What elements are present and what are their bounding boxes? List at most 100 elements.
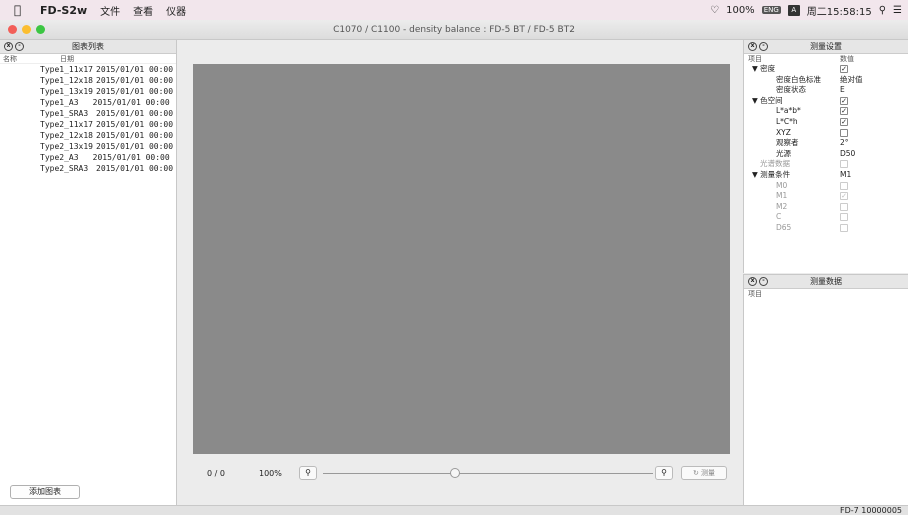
wifi-icon[interactable]: ♡ bbox=[710, 5, 719, 16]
notification-center-icon[interactable]: ☰ bbox=[893, 5, 902, 16]
chart-list-item[interactable]: Type2_13x19 2015/01/01 00:00 bbox=[0, 141, 176, 152]
settings-value[interactable]: 绝对值 bbox=[840, 75, 863, 84]
settings-checkbox[interactable] bbox=[840, 213, 848, 222]
settings-checkbox[interactable]: ✓ bbox=[840, 107, 848, 116]
panel-collapse-icon[interactable]: - bbox=[15, 42, 24, 51]
menu-file[interactable]: 文件 bbox=[100, 3, 120, 18]
settings-checkbox[interactable] bbox=[840, 160, 848, 169]
settings-checkbox[interactable]: ✓ bbox=[840, 192, 848, 201]
add-chart-button[interactable]: 添加图表 bbox=[10, 485, 80, 499]
settings-row[interactable]: M0 bbox=[744, 181, 908, 192]
status-bar: FD-7 10000005 bbox=[0, 505, 908, 515]
settings-row[interactable]: C bbox=[744, 212, 908, 223]
chart-list-item[interactable]: Type1_11x17 2015/01/01 00:00 bbox=[0, 64, 176, 75]
settings-row[interactable]: D65 bbox=[744, 223, 908, 234]
measurement-data-header: x - 测量数据 bbox=[744, 275, 908, 289]
menu-view[interactable]: 查看 bbox=[133, 3, 153, 18]
chart-list-column-header: 名称 日期 bbox=[0, 54, 176, 64]
column-value: 数值 bbox=[840, 55, 854, 63]
chart-list-item[interactable]: Type1_SRA3 2015/01/01 00:00 bbox=[0, 108, 176, 119]
chart-list-item[interactable]: Type2_11x17 2015/01/01 00:00 bbox=[0, 119, 176, 130]
battery-icon[interactable]: ENG bbox=[761, 6, 781, 14]
chart-name: Type1_A3 bbox=[40, 98, 79, 107]
settings-row[interactable]: ▼ 测量条件 M1 bbox=[744, 170, 908, 181]
chart-name: Type2_11x17 bbox=[40, 120, 93, 129]
settings-column-header: 项目 数值 bbox=[744, 54, 908, 64]
settings-checkbox[interactable] bbox=[840, 223, 848, 232]
window-title-bar[interactable]: C1070 / C1100 - density balance : FD-5 B… bbox=[0, 20, 908, 40]
settings-value[interactable]: M1 bbox=[840, 170, 851, 179]
settings-checkbox[interactable] bbox=[840, 128, 848, 137]
settings-row[interactable]: L*a*b* ✓ bbox=[744, 106, 908, 117]
chart-name: Type2_A3 bbox=[40, 153, 79, 162]
chart-list-item[interactable]: Type1_12x18 2015/01/01 00:00 bbox=[0, 75, 176, 86]
settings-checkbox[interactable]: ✓ bbox=[840, 96, 848, 105]
settings-row[interactable]: 密度状态 E bbox=[744, 85, 908, 96]
settings-label: 观察者 bbox=[776, 138, 799, 148]
chart-date: 2015/01/01 00:00 bbox=[92, 98, 170, 107]
settings-row[interactable]: 光谱数据 bbox=[744, 159, 908, 170]
settings-label: 光源 bbox=[776, 148, 791, 158]
page-counter: 0 / 0 bbox=[207, 469, 225, 478]
chart-name: Type1_SRA3 bbox=[40, 109, 89, 118]
column-name[interactable]: 名称 bbox=[0, 54, 60, 63]
window-title: C1070 / C1100 - density balance : FD-5 B… bbox=[333, 25, 575, 35]
panel-close-icon[interactable]: x bbox=[4, 42, 13, 51]
panel-collapse-icon[interactable]: - bbox=[759, 42, 768, 51]
app-name-menu[interactable]: FD-S2w bbox=[40, 4, 87, 17]
settings-row[interactable]: XYZ bbox=[744, 128, 908, 139]
panel-close-icon[interactable]: x bbox=[748, 42, 757, 51]
chart-name: Type1_13x19 bbox=[40, 87, 93, 96]
settings-checkbox[interactable]: ✓ bbox=[840, 65, 848, 73]
settings-row[interactable]: ▼ 色空间 ✓ bbox=[744, 96, 908, 107]
chart-list: Type1_11x17 2015/01/01 00:00 Type1_12x18 20… bbox=[0, 64, 176, 174]
settings-row[interactable]: ▼ 密度 ✓ bbox=[744, 64, 908, 75]
chart-list-item[interactable]: Type1_13x19 2015/01/01 00:00 bbox=[0, 86, 176, 97]
chart-date: 2015/01/01 00:00 bbox=[96, 109, 174, 118]
settings-label: 密度白色标准 bbox=[776, 74, 821, 84]
settings-checkbox[interactable] bbox=[840, 202, 848, 211]
clock[interactable]: 周二15:58:15 bbox=[807, 3, 872, 18]
settings-value[interactable]: D50 bbox=[840, 149, 855, 158]
zoom-in-icon[interactable]: ⚲ bbox=[655, 466, 673, 480]
chart-list-item[interactable]: Type1_A3 2015/01/01 00:00 bbox=[0, 97, 176, 108]
zoom-out-icon[interactable]: ⚲ bbox=[299, 466, 317, 480]
apple-icon[interactable]:  bbox=[14, 3, 26, 17]
settings-row[interactable]: M2 bbox=[744, 202, 908, 213]
settings-value[interactable]: E bbox=[840, 85, 845, 94]
menu-instrument[interactable]: 仪器 bbox=[166, 3, 186, 18]
settings-label: 密度状态 bbox=[776, 85, 806, 95]
chart-date: 2015/01/01 00:00 bbox=[96, 76, 174, 85]
zoom-slider-track[interactable] bbox=[323, 473, 653, 474]
input-method-icon[interactable]: A bbox=[787, 4, 800, 16]
measurement-data-title: 测量数据 bbox=[810, 277, 842, 286]
column-date[interactable]: 日期 bbox=[60, 54, 74, 63]
chart-canvas[interactable] bbox=[193, 64, 730, 454]
settings-row[interactable]: 光源 D50 bbox=[744, 149, 908, 160]
chart-list-item[interactable]: Type2_12x18 2015/01/01 00:00 bbox=[0, 130, 176, 141]
settings-row[interactable]: M1 ✓ bbox=[744, 191, 908, 202]
spotlight-search-icon[interactable]: ⚲ bbox=[879, 5, 886, 16]
settings-row[interactable]: 密度白色标准 绝对值 bbox=[744, 75, 908, 86]
settings-value[interactable]: 2° bbox=[840, 138, 849, 147]
battery-percent[interactable]: 100% bbox=[726, 5, 755, 16]
chart-name: Type1_11x17 bbox=[40, 65, 93, 74]
panel-collapse-icon[interactable]: - bbox=[759, 277, 768, 286]
chart-name: Type1_12x18 bbox=[40, 76, 93, 85]
zoom-slider-knob[interactable] bbox=[450, 468, 460, 478]
chart-list-item[interactable]: Type2_SRA3 2015/01/01 00:00 bbox=[0, 163, 176, 174]
measurement-settings-header: x - 测量设置 bbox=[744, 40, 908, 54]
chart-date: 2015/01/01 00:00 bbox=[96, 164, 174, 173]
measure-button[interactable]: ↻ 测量 bbox=[681, 466, 727, 480]
settings-row[interactable]: 观察者 2° bbox=[744, 138, 908, 149]
chart-date: 2015/01/01 00:00 bbox=[96, 131, 174, 140]
chart-date: 2015/01/01 00:00 bbox=[96, 120, 174, 129]
settings-checkbox[interactable] bbox=[840, 181, 848, 190]
settings-label: XYZ bbox=[776, 127, 791, 137]
chart-list-item[interactable]: Type2_A3 2015/01/01 00:00 bbox=[0, 152, 176, 163]
settings-checkbox[interactable]: ✓ bbox=[840, 117, 848, 126]
panel-close-icon[interactable]: x bbox=[748, 277, 757, 286]
settings-label: 光谱数据 bbox=[760, 159, 790, 169]
settings-row[interactable]: L*C*h ✓ bbox=[744, 117, 908, 128]
chart-date: 2015/01/01 00:00 bbox=[96, 87, 174, 96]
